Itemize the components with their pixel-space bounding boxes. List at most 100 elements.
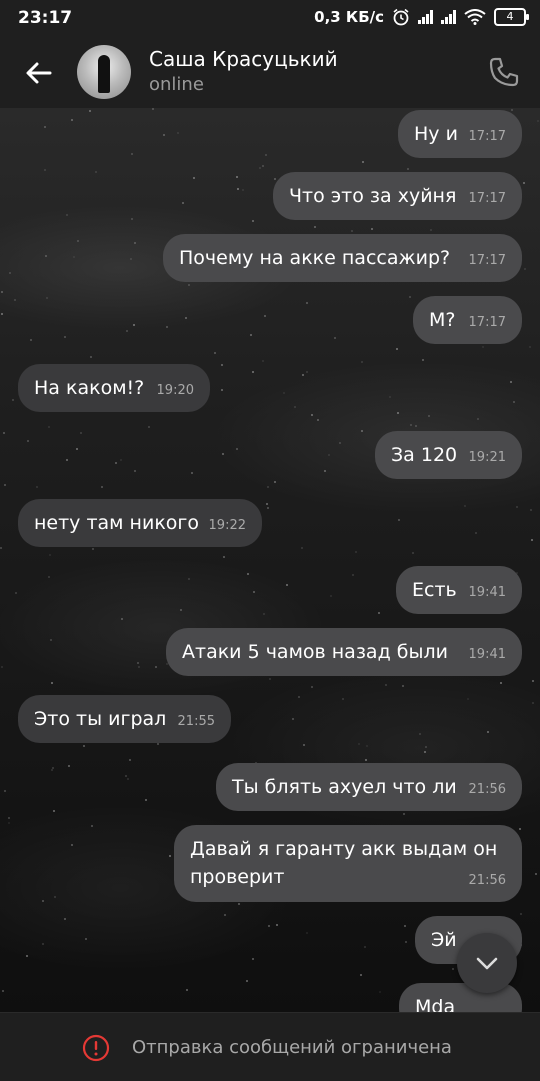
wallpaper-speck	[95, 171, 97, 173]
wallpaper-speck	[77, 240, 79, 242]
message-time: 19:22	[208, 518, 246, 533]
battery-icon: 4	[494, 8, 529, 26]
message-text: Есть	[412, 579, 457, 601]
wallpaper-speck	[182, 202, 184, 204]
wallpaper-speck	[71, 844, 73, 846]
wallpaper-speck	[330, 595, 332, 597]
message-bubble-outgoing[interactable]: Почему на акке пассажир? 17:17	[163, 234, 522, 282]
message-bubble-incoming[interactable]: Это ты играл 21:55	[18, 695, 231, 743]
restricted-input-bar: Отправка сообщений ограничена	[0, 1012, 540, 1081]
wallpaper-speck	[191, 472, 193, 474]
message-time: 21:55	[177, 714, 215, 729]
wallpaper-speck	[73, 256, 75, 258]
wallpaper-speck	[410, 424, 412, 426]
wallpaper-speck	[303, 744, 305, 746]
message-text: Ты блять ахуел что ли	[232, 776, 457, 798]
wallpaper-speck	[186, 989, 188, 991]
wallpaper-speck	[48, 576, 50, 578]
message-text: М?	[429, 309, 456, 331]
wallpaper-speck	[352, 574, 354, 576]
message-bubble-outgoing[interactable]: Атаки 5 чамов назад были 19:41	[166, 628, 522, 676]
wallpaper-speck	[342, 698, 344, 700]
wallpaper-speck	[169, 855, 171, 857]
wallpaper-speck	[129, 759, 131, 761]
contact-status: online	[149, 74, 204, 95]
message-bubble-outgoing[interactable]: М? 17:17	[413, 296, 522, 344]
scroll-down-button[interactable]	[457, 933, 517, 993]
wallpaper-speck	[409, 296, 411, 298]
wifi-icon	[464, 9, 486, 25]
message-bubble-outgoing[interactable]: Ну и 17:17	[398, 110, 522, 158]
wallpaper-speck	[4, 790, 6, 792]
wallpaper-speck	[250, 334, 252, 336]
message-text: Ну и	[414, 123, 458, 145]
wallpaper-speck	[405, 941, 407, 943]
wallpaper-speck	[42, 900, 44, 902]
wallpaper-speck	[269, 678, 271, 680]
wallpaper-speck	[193, 177, 195, 179]
wallpaper-speck	[365, 759, 367, 761]
wallpaper-speck	[236, 448, 238, 450]
message-bubble-outgoing[interactable]: Есть 19:41	[396, 566, 522, 614]
wallpaper-speck	[90, 356, 92, 358]
back-arrow-icon[interactable]	[22, 56, 56, 90]
wallpaper-speck	[221, 389, 223, 391]
message-text: Это ты играл	[34, 708, 167, 730]
contact-name[interactable]: Саша Красуцький	[149, 47, 338, 71]
wallpaper-speck	[378, 612, 380, 614]
wallpaper-speck	[360, 974, 362, 976]
message-bubble-incoming[interactable]: нету там никого 19:22	[18, 499, 262, 547]
message-bubble-outgoing[interactable]: За 120 19:21	[375, 431, 522, 479]
wallpaper-speck	[267, 486, 269, 488]
wallpaper-speck	[419, 733, 421, 735]
wallpaper-speck	[500, 682, 502, 684]
wallpaper-speck	[379, 991, 381, 993]
wallpaper-speck	[351, 230, 353, 232]
chevron-down-icon	[476, 957, 498, 970]
wallpaper-speck	[92, 548, 94, 550]
phone-icon[interactable]	[486, 54, 522, 90]
wallpaper-speck	[155, 666, 157, 668]
wallpaper-speck	[1, 313, 3, 315]
wallpaper-speck	[9, 272, 11, 274]
message-text: Давай я гаранту акк выдам он проверит	[190, 838, 498, 888]
wallpaper-speck	[131, 153, 133, 155]
wallpaper-speck	[267, 507, 269, 509]
signal-icon-2	[441, 10, 456, 24]
wallpaper-speck	[52, 767, 54, 769]
wallpaper-speck	[177, 132, 179, 134]
wallpaper-speck	[364, 946, 366, 948]
message-bubble-outgoing[interactable]: Давай я гаранту акк выдам он проверит 21…	[174, 825, 522, 902]
wallpaper-speck	[513, 401, 515, 403]
wallpaper-speck	[42, 943, 44, 945]
wallpaper-speck	[371, 228, 373, 230]
chat-header: Саша Красуцький online	[0, 36, 540, 108]
wallpaper-speck	[516, 506, 518, 508]
wallpaper-speck	[529, 346, 531, 348]
message-bubble-outgoing[interactable]: Ты блять ахуел что ли 21:56	[216, 763, 522, 811]
message-time: 19:21	[468, 450, 506, 465]
wallpaper-speck	[91, 825, 93, 827]
message-text: На каком!?	[34, 377, 145, 399]
wallpaper-speck	[252, 220, 254, 222]
message-time: 17:17	[468, 253, 506, 268]
wallpaper-speck	[115, 462, 117, 464]
message-bubble-incoming[interactable]: На каком!? 19:20	[18, 364, 210, 412]
wallpaper-speck	[83, 745, 85, 747]
wallpaper-speck	[477, 418, 479, 420]
wallpaper-speck	[214, 352, 216, 354]
wallpaper-speck	[36, 486, 38, 488]
wallpaper-speck	[532, 702, 534, 704]
wallpaper-speck	[14, 299, 16, 301]
wallpaper-speck	[50, 639, 52, 641]
wallpaper-speck	[247, 573, 249, 575]
avatar[interactable]	[77, 45, 131, 99]
wallpaper-speck	[274, 481, 276, 483]
message-bubble-outgoing[interactable]: Что это за хуйня 17:17	[273, 172, 522, 220]
wallpaper-speck	[221, 364, 223, 366]
wallpaper-speck	[8, 822, 10, 824]
wallpaper-speck	[361, 361, 363, 363]
wallpaper-speck	[252, 371, 254, 373]
wallpaper-speck	[294, 406, 296, 408]
wallpaper-speck	[361, 430, 363, 432]
